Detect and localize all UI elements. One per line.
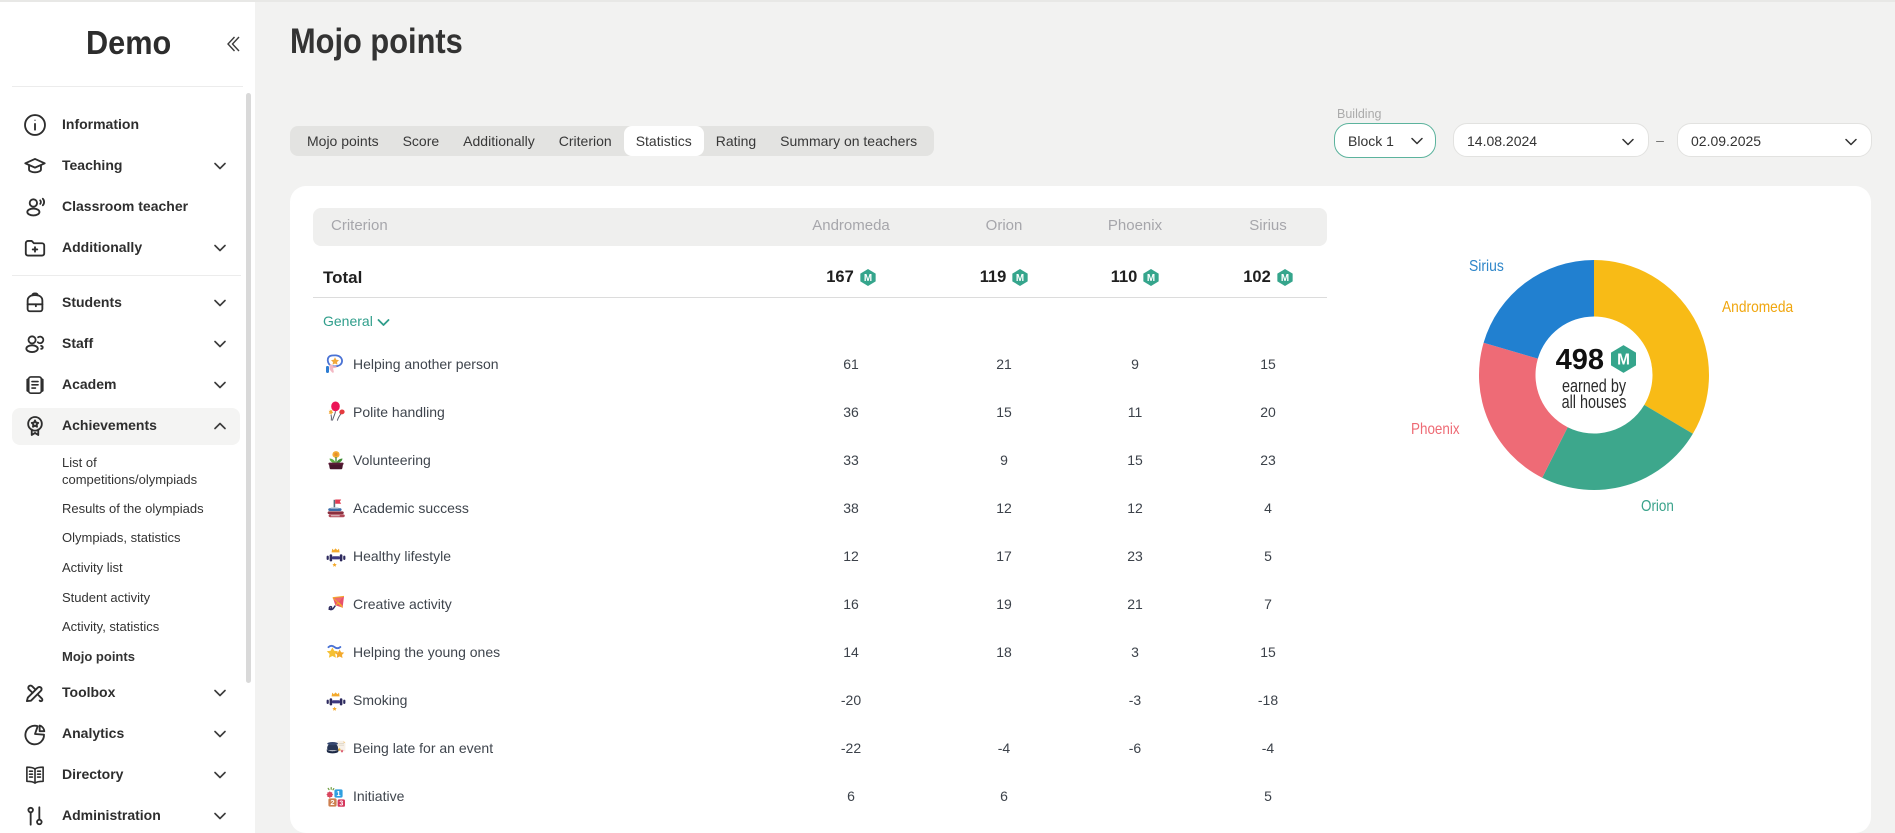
svg-text:M: M [864,272,872,283]
svg-text:1: 1 [336,789,340,798]
svg-text:3: 3 [339,800,343,807]
svg-text:M: M [1016,272,1024,283]
svg-text:M: M [1147,272,1155,283]
svg-text:2: 2 [330,798,334,807]
svg-text:M: M [1617,352,1630,369]
svg-text:M: M [1281,272,1289,283]
